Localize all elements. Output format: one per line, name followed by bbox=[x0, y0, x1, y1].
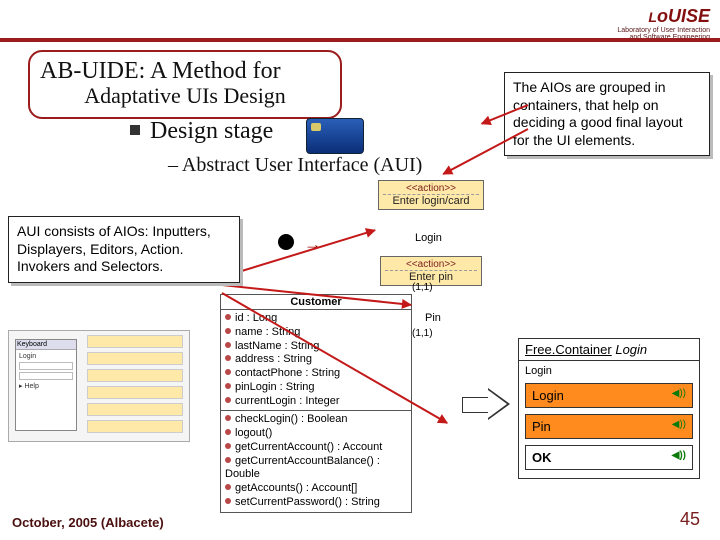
uml-op: checkLogin() : Boolean bbox=[235, 413, 348, 425]
divider-bar bbox=[0, 38, 720, 42]
bullet-square-icon bbox=[130, 125, 140, 135]
title-param: Login bbox=[615, 342, 647, 357]
uml-attr: pinLogin : String bbox=[235, 381, 315, 393]
button-label: OK bbox=[532, 450, 552, 465]
uml-op: logout() bbox=[235, 427, 272, 439]
thumbnail-window: Keyboard Login ▸ Help bbox=[15, 339, 77, 431]
button-label: Login bbox=[532, 388, 564, 403]
uml-op: setCurrentPassword() : String bbox=[235, 496, 380, 508]
bullet-text: Design stage bbox=[150, 118, 273, 144]
pin-button[interactable]: Pin ◀)) bbox=[525, 414, 693, 439]
arrow-icon bbox=[222, 229, 376, 278]
uml-operations: checkLogin() : Boolean logout() getCurre… bbox=[221, 411, 411, 511]
maps-to-arrow-icon bbox=[462, 388, 512, 420]
title-prefix: Free. bbox=[525, 342, 555, 357]
brand-tag-1: Laboratory of User Interaction bbox=[560, 27, 710, 34]
title-line-2: Adaptative UIs Design bbox=[40, 83, 330, 109]
uml-attr: currentLogin : Integer bbox=[235, 395, 340, 407]
uml-class-customer: Customer id : Long name : String lastNam… bbox=[220, 294, 412, 513]
callout-aui-composition: AUI consists of AIOs: Inputters, Display… bbox=[8, 216, 240, 283]
title-word: Container bbox=[555, 342, 611, 357]
uml-attr: contactPhone : String bbox=[235, 367, 340, 379]
thumbnail-label: Login bbox=[19, 353, 73, 360]
uml-op: getCurrentAccountBalance() : Double bbox=[225, 455, 380, 481]
stereotype-label: <<action>> bbox=[383, 183, 479, 195]
button-label: Pin bbox=[532, 419, 551, 434]
login-button[interactable]: Login ◀)) bbox=[525, 383, 693, 408]
subbullet-aui: – Abstract User Interface (AUI) bbox=[168, 154, 422, 177]
label-login: Login bbox=[415, 232, 442, 244]
callout-aio-grouping: The AIOs are grouped in containers, that… bbox=[504, 72, 710, 156]
uml-start-node-icon bbox=[278, 234, 294, 250]
label-pin: Pin bbox=[425, 312, 441, 324]
layout-thumbnail: Keyboard Login ▸ Help bbox=[8, 330, 190, 442]
sound-icon: ◀)) bbox=[672, 388, 686, 399]
uml-op: getCurrentAccount() : Account bbox=[235, 441, 382, 453]
stereotype-label: <<action>> bbox=[385, 259, 477, 271]
action-enter-login: <<action>> Enter login/card bbox=[378, 180, 484, 210]
credit-card-icon bbox=[306, 118, 364, 154]
inner-label: Login bbox=[525, 365, 693, 377]
slide-title-box: AB-UIDE: A Method for Adaptative UIs Des… bbox=[28, 50, 342, 119]
brand-text: LoUISE bbox=[648, 6, 710, 27]
thumbnail-label: Help bbox=[24, 383, 38, 390]
sound-icon: ◀)) bbox=[672, 450, 686, 461]
sound-icon: ◀)) bbox=[672, 419, 686, 430]
ok-button[interactable]: OK ◀)) bbox=[525, 445, 693, 470]
free-container-body: Login Login ◀)) Pin ◀)) OK ◀)) bbox=[519, 360, 699, 478]
action-body: Enter login/card bbox=[383, 195, 479, 207]
bullet-design-stage: Design stage bbox=[130, 118, 273, 145]
brand-logo: LoUISE Laboratory of User Interaction an… bbox=[560, 6, 710, 41]
free-container-panel: Free.Container Login Login Login ◀)) Pin… bbox=[518, 338, 700, 479]
uml-attributes: id : Long name : String lastName : Strin… bbox=[221, 310, 411, 411]
multiplicity-label: (1,1) bbox=[412, 282, 433, 293]
uml-attr: address : String bbox=[235, 353, 312, 365]
multiplicity-label: (1,1) bbox=[412, 328, 433, 339]
footer-date-location: October, 2005 (Albacete) bbox=[12, 515, 164, 530]
title-line-1: AB-UIDE: A Method for bbox=[40, 58, 330, 85]
uml-op: getAccounts() : Account[] bbox=[235, 482, 357, 494]
thumbnail-body: Login ▸ Help bbox=[16, 350, 76, 393]
page-number: 45 bbox=[680, 509, 700, 530]
thumbnail-title: Keyboard bbox=[16, 340, 76, 350]
thumbnail-rows bbox=[85, 331, 185, 441]
free-container-title: Free.Container Login bbox=[519, 339, 699, 360]
